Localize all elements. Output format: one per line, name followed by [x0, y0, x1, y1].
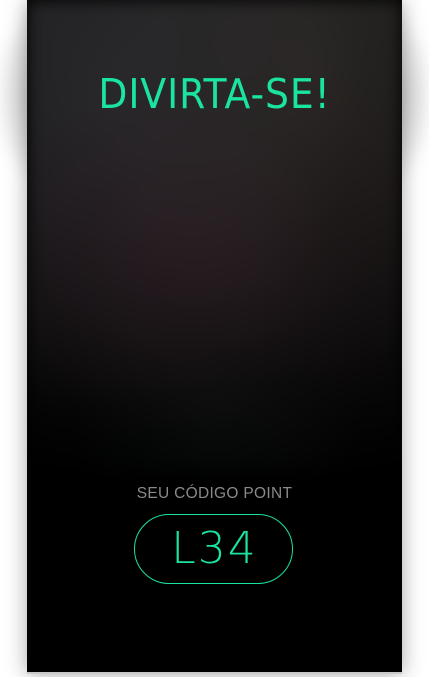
code-pill: L34: [134, 514, 293, 584]
code-label: SEU CÓDIGO POINT: [136, 485, 293, 502]
page-title: DIVIRTA-SE!: [98, 70, 331, 118]
viewport: DIVIRTA-SE! SEU CÓDIGO POINT L34: [0, 0, 429, 677]
code-value: L34: [171, 523, 258, 574]
app-screen: DIVIRTA-SE! SEU CÓDIGO POINT L34: [27, 0, 402, 674]
